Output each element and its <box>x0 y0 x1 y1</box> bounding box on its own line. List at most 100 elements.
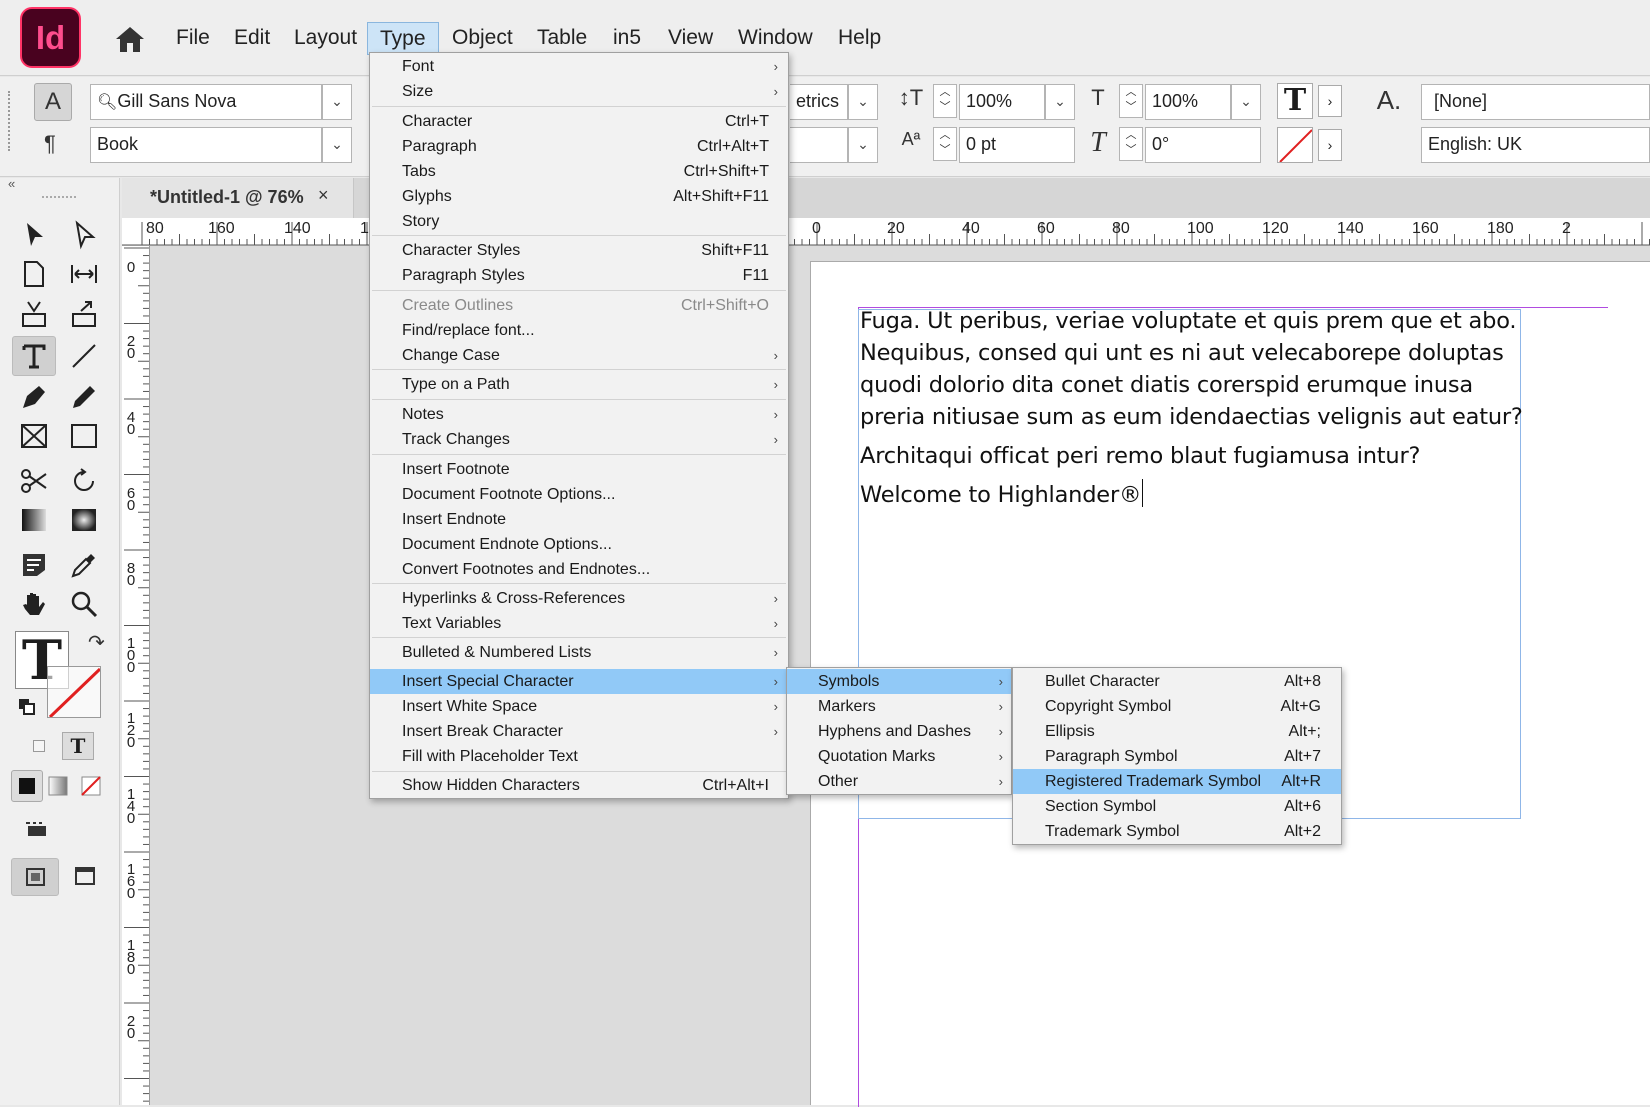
menu-item-size[interactable]: Size › <box>370 79 788 104</box>
symbol-item-ellipsis[interactable]: Ellipsis Alt+; <box>1013 719 1341 744</box>
menu-item-insert-break-character[interactable]: Insert Break Character › <box>370 719 788 744</box>
menu-item-fill-with-placeholder-text[interactable]: Fill with Placeholder Text <box>370 744 788 769</box>
menu-item-show-hidden-characters[interactable]: Show Hidden Characters Ctrl+Alt+I <box>370 773 788 798</box>
character-mode-icon[interactable]: A <box>34 83 72 121</box>
gradient-feather-tool-icon[interactable] <box>62 500 106 540</box>
page-tool-icon[interactable] <box>12 254 56 294</box>
menu-item-paragraph[interactable]: Paragraph Ctrl+Alt+T <box>370 134 788 159</box>
menu-item-paragraph-styles[interactable]: Paragraph Styles F11 <box>370 263 788 288</box>
note-tool-icon[interactable] <box>12 545 56 585</box>
skew-stepper[interactable]: ︿ ﹀ <box>1119 127 1143 161</box>
horizontal-scale-dropdown[interactable]: ⌄ <box>1231 84 1261 120</box>
menu-layout[interactable]: Layout <box>282 22 369 54</box>
font-family-dropdown[interactable]: ⌄ <box>322 84 352 120</box>
symbol-item-copyright-symbol[interactable]: Copyright Symbol Alt+G <box>1013 694 1341 719</box>
default-colors-icon[interactable] <box>18 698 36 716</box>
font-style-dropdown[interactable]: ⌄ <box>322 127 352 163</box>
paragraph-mode-icon[interactable]: ¶ <box>44 131 56 157</box>
gradient-swatch-tool-icon[interactable] <box>12 500 56 540</box>
symbol-item-paragraph-symbol[interactable]: Paragraph Symbol Alt+7 <box>1013 744 1341 769</box>
skew-field[interactable]: 0° <box>1145 127 1261 163</box>
submenu-item-symbols[interactable]: Symbols › <box>787 669 1011 694</box>
menu-item-notes[interactable]: Notes › <box>370 402 788 427</box>
vertical-scale-field[interactable]: 100% <box>959 84 1045 120</box>
document-tab[interactable]: *Untitled-1 @ 76% × <box>122 178 354 218</box>
apply-gradient-icon[interactable] <box>48 776 68 796</box>
tracking-field[interactable] <box>790 127 848 163</box>
menu-item-insert-special-character[interactable]: Insert Special Character › <box>370 669 788 694</box>
preview-mode-icon[interactable] <box>72 864 102 890</box>
formatting-container-icon[interactable] <box>33 740 45 752</box>
normal-view-icon[interactable] <box>11 858 59 896</box>
symbol-item-bullet-character[interactable]: Bullet Character Alt+8 <box>1013 669 1341 694</box>
menu-item-font[interactable]: Font › <box>370 54 788 79</box>
vertical-scale-stepper[interactable]: ︿ ﹀ <box>933 84 957 118</box>
menu-view[interactable]: View <box>656 22 725 54</box>
menu-window[interactable]: Window <box>726 22 825 54</box>
menu-help[interactable]: Help <box>826 22 893 54</box>
swap-colors-icon[interactable]: ↷ <box>88 630 105 655</box>
collapse-panel-icon[interactable]: « <box>8 176 15 191</box>
menu-item-document-endnote-options[interactable]: Document Endnote Options... <box>370 532 788 557</box>
direct-selection-tool-icon[interactable] <box>62 215 106 255</box>
font-family-field[interactable]: 🔍︎Gill Sans Nova <box>90 84 322 120</box>
stroke-menu-arrow[interactable]: › <box>1318 129 1342 161</box>
language-field[interactable]: English: UK <box>1421 127 1650 163</box>
menu-item-track-changes[interactable]: Track Changes › <box>370 427 788 452</box>
horizontal-scale-field[interactable]: 100% <box>1145 84 1231 120</box>
symbol-item-registered-trademark-symbol[interactable]: Registered Trademark Symbol Alt+R <box>1013 769 1341 794</box>
line-tool-icon[interactable] <box>62 336 106 376</box>
formatting-text-icon[interactable]: T <box>62 732 94 760</box>
fill-color-swatch[interactable]: T <box>1277 83 1313 119</box>
menu-type[interactable]: Type <box>367 22 439 55</box>
menu-item-story[interactable]: Story <box>370 209 788 234</box>
text-frame-content[interactable]: Fuga. Ut peribus, veriae voluptate et qu… <box>860 305 1530 518</box>
menu-item-text-variables[interactable]: Text Variables › <box>370 611 788 636</box>
eyedropper-tool-icon[interactable] <box>62 545 106 585</box>
menu-item-tabs[interactable]: Tabs Ctrl+Shift+T <box>370 159 788 184</box>
menu-item-character-styles[interactable]: Character Styles Shift+F11 <box>370 238 788 263</box>
submenu-item-hyphens-and-dashes[interactable]: Hyphens and Dashes › <box>787 719 1011 744</box>
tracking-dropdown[interactable]: ⌄ <box>848 127 878 163</box>
character-style-field[interactable]: [None] <box>1421 84 1650 120</box>
horizontal-ruler[interactable]: 80 160 140 1 0 20 40 60 80 100 120 140 1… <box>122 218 1650 246</box>
menu-table[interactable]: Table <box>525 22 599 54</box>
menu-item-insert-footnote[interactable]: Insert Footnote <box>370 457 788 482</box>
menu-item-insert-endnote[interactable]: Insert Endnote <box>370 507 788 532</box>
baseline-shift-stepper[interactable]: ︿ ﹀ <box>933 127 957 161</box>
kerning-dropdown[interactable]: ⌄ <box>848 84 878 120</box>
rectangle-tool-icon[interactable] <box>62 416 106 456</box>
submenu-item-markers[interactable]: Markers › <box>787 694 1011 719</box>
vertical-ruler[interactable]: 0 20 40 60 80 100 120 140 160 180 20 <box>122 246 150 1105</box>
zoom-tool-icon[interactable] <box>62 584 106 624</box>
gap-tool-icon[interactable] <box>62 254 106 294</box>
home-icon[interactable] <box>113 24 147 54</box>
menu-item-insert-white-space[interactable]: Insert White Space › <box>370 694 788 719</box>
screen-mode-icon[interactable] <box>24 820 50 840</box>
kerning-field[interactable]: etrics <box>790 84 848 120</box>
menu-object[interactable]: Object <box>440 22 525 54</box>
menu-item-glyphs[interactable]: Glyphs Alt+Shift+F11 <box>370 184 788 209</box>
menu-file[interactable]: File <box>164 22 222 54</box>
menu-edit[interactable]: Edit <box>222 22 282 54</box>
pen-tool-icon[interactable] <box>12 377 56 417</box>
menu-item-create-outlines[interactable]: Create Outlines Ctrl+Shift+O <box>370 293 788 318</box>
submenu-item-other[interactable]: Other › <box>787 769 1011 794</box>
content-collector-icon[interactable] <box>12 294 56 334</box>
symbol-item-section-symbol[interactable]: Section Symbol Alt+6 <box>1013 794 1341 819</box>
menu-item-bulleted-numbered-lists[interactable]: Bulleted & Numbered Lists › <box>370 640 788 665</box>
free-transform-tool-icon[interactable] <box>62 461 106 501</box>
menu-item-convert-footnotes-and-endnotes[interactable]: Convert Footnotes and Endnotes... <box>370 557 788 582</box>
stroke-color-swatch[interactable] <box>1277 127 1313 163</box>
apply-none-icon[interactable] <box>81 776 101 796</box>
selection-tool-icon[interactable] <box>12 215 56 255</box>
menu-item-find-replace-font[interactable]: Find/replace font... <box>370 318 788 343</box>
content-placer-icon[interactable] <box>62 294 106 334</box>
vertical-scale-dropdown[interactable]: ⌄ <box>1045 84 1075 120</box>
hand-tool-icon[interactable] <box>12 584 56 624</box>
type-tool-icon[interactable] <box>12 336 56 376</box>
menu-item-type-on-a-path[interactable]: Type on a Path › <box>370 372 788 397</box>
menu-item-document-footnote-options[interactable]: Document Footnote Options... <box>370 482 788 507</box>
close-tab-icon[interactable]: × <box>318 176 329 214</box>
font-style-field[interactable]: Book <box>90 127 322 163</box>
